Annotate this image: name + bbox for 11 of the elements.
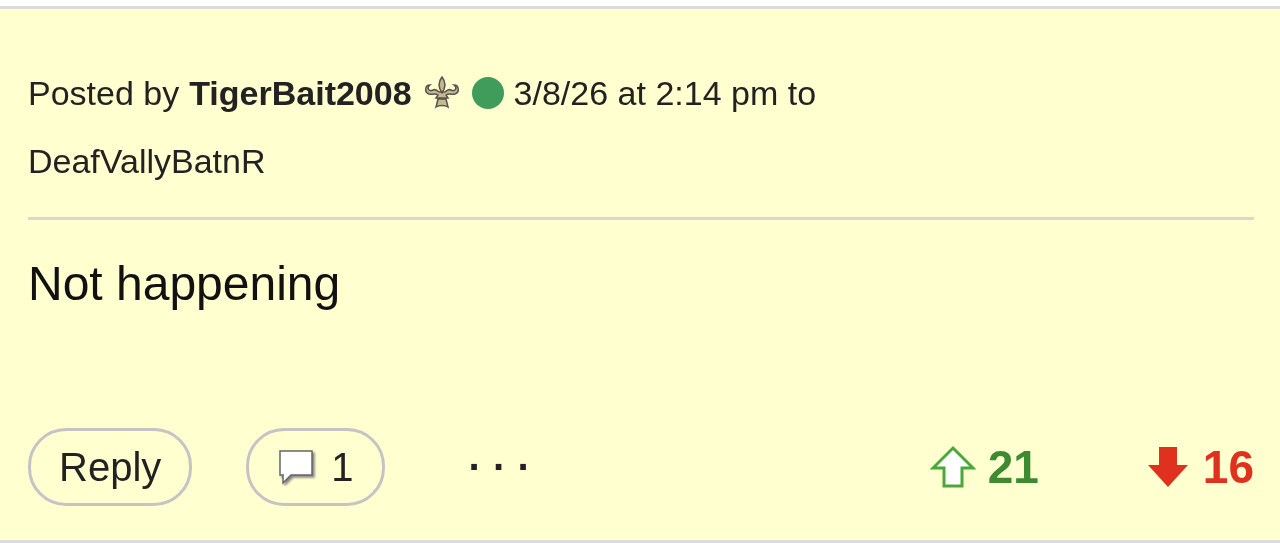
downvote-button[interactable]: 16 xyxy=(1144,440,1254,494)
posted-by-label: Posted by xyxy=(28,73,180,114)
author-link[interactable]: TigerBait2008 xyxy=(189,59,412,127)
recipient-link[interactable]: DeafVallyBatnR xyxy=(28,142,266,180)
post-timestamp: 3/8/26 at 2:14 pm to xyxy=(513,73,817,114)
up-arrow-icon xyxy=(929,445,976,489)
post-body: Not happening xyxy=(28,256,342,312)
reply-button[interactable]: Reply xyxy=(28,428,193,506)
more-options-button[interactable]: · · · xyxy=(468,444,531,490)
upvote-button[interactable]: 21 xyxy=(929,440,1039,494)
comments-button[interactable]: 1 xyxy=(246,428,385,506)
